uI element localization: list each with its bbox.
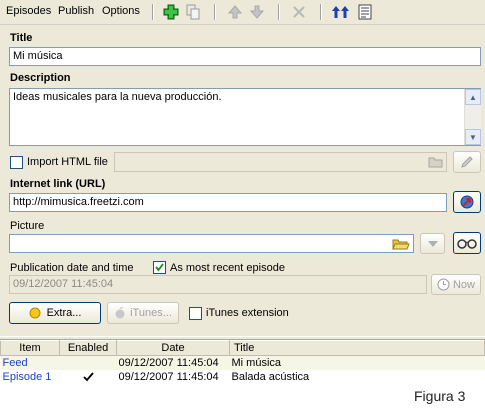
chevron-down-icon bbox=[427, 240, 438, 247]
itunes-extension-label: iTunes extension bbox=[206, 307, 289, 319]
column-header-date[interactable]: Date bbox=[116, 340, 230, 356]
row-enabled-cell bbox=[60, 370, 117, 384]
picture-dropdown-button[interactable] bbox=[420, 233, 445, 254]
sort-icon[interactable] bbox=[332, 3, 350, 21]
table-row[interactable]: Episode 1 09/12/2007 11:45:04 Balada acú… bbox=[1, 370, 485, 384]
yellow-dot-icon bbox=[29, 307, 41, 319]
most-recent-label: As most recent episode bbox=[170, 262, 285, 274]
row-item-cell[interactable]: Episode 1 bbox=[1, 370, 60, 384]
move-up-icon[interactable] bbox=[226, 3, 244, 21]
row-enabled-cell bbox=[60, 356, 117, 371]
open-folder-icon[interactable] bbox=[425, 153, 446, 171]
globe-link-icon bbox=[460, 195, 474, 209]
extra-label: Extra... bbox=[46, 307, 82, 319]
picture-browse-icon[interactable] bbox=[389, 235, 413, 252]
itunes-button[interactable]: iTunes... bbox=[107, 302, 179, 324]
description-text: Ideas musicales para la nueva producción… bbox=[13, 91, 222, 103]
row-date-cell: 09/12/2007 11:45:04 bbox=[118, 357, 219, 369]
most-recent-checkbox[interactable] bbox=[153, 261, 166, 274]
picture-label: Picture bbox=[10, 220, 45, 232]
notes-icon[interactable] bbox=[356, 3, 374, 21]
checkmark-icon bbox=[82, 372, 94, 381]
table-header-row: Item Enabled Date Title bbox=[0, 340, 485, 356]
toolbar-separator bbox=[214, 4, 216, 20]
row-title-cell: Balada acústica bbox=[231, 371, 310, 383]
row-date-cell: 09/12/2007 11:45:04 bbox=[118, 371, 219, 383]
add-icon[interactable] bbox=[162, 3, 180, 21]
description-textarea[interactable]: Ideas musicales para la nueva producción… bbox=[9, 88, 481, 146]
toolbar-separator bbox=[152, 4, 154, 20]
glasses-icon bbox=[457, 239, 477, 249]
scroll-up-icon[interactable]: ▲ bbox=[465, 89, 481, 105]
copy-icon[interactable] bbox=[184, 3, 202, 21]
enabled-checkbox[interactable] bbox=[82, 372, 94, 383]
internet-link-label: Internet link (URL) bbox=[10, 178, 106, 190]
open-link-button[interactable] bbox=[453, 191, 481, 213]
column-header-enabled[interactable]: Enabled bbox=[59, 340, 117, 356]
toolbar-separator bbox=[278, 4, 280, 20]
description-scrollbar[interactable]: ▲ ▼ bbox=[464, 89, 481, 145]
episodes-table: Item Enabled Date Title Feed 09/12/2007 … bbox=[0, 340, 485, 384]
preview-picture-button[interactable] bbox=[453, 232, 481, 254]
edit-pencil-button[interactable] bbox=[453, 151, 481, 173]
move-down-icon[interactable] bbox=[248, 3, 266, 21]
podcast-editor-window: Episodes Publish Options Title Mi música bbox=[0, 0, 485, 336]
scroll-down-icon[interactable]: ▼ bbox=[465, 129, 481, 145]
import-html-path-input[interactable] bbox=[114, 152, 447, 172]
toolbar-separator bbox=[320, 4, 322, 20]
internet-link-input[interactable]: http://mimusica.freetzi.com bbox=[9, 193, 447, 212]
import-html-label: Import HTML file bbox=[27, 156, 108, 168]
menu-bar: Episodes Publish Options bbox=[0, 0, 485, 25]
menu-episodes[interactable]: Episodes bbox=[6, 5, 51, 17]
title-label: Title bbox=[10, 32, 33, 44]
checkmark-icon bbox=[155, 263, 164, 272]
clock-icon bbox=[437, 278, 450, 291]
column-header-title[interactable]: Title bbox=[229, 340, 485, 356]
extra-button[interactable]: Extra... bbox=[9, 302, 101, 324]
table-row[interactable]: Feed 09/12/2007 11:45:04 Mi música bbox=[0, 355, 485, 371]
picture-input[interactable] bbox=[9, 234, 414, 253]
apple-icon bbox=[115, 307, 125, 319]
itunes-label: iTunes... bbox=[130, 307, 172, 319]
itunes-extension-checkbox[interactable] bbox=[189, 307, 202, 320]
now-button[interactable]: Now bbox=[431, 274, 481, 295]
column-header-item[interactable]: Item bbox=[0, 340, 60, 356]
pubdate-input[interactable]: 09/12/2007 11:45:04 bbox=[9, 275, 427, 294]
description-label: Description bbox=[10, 72, 71, 84]
figure-caption: Figura 3 bbox=[414, 388, 466, 404]
import-html-checkbox[interactable] bbox=[10, 156, 23, 169]
pubdate-label: Publication date and time bbox=[10, 262, 134, 274]
title-input[interactable]: Mi música bbox=[9, 47, 481, 66]
menu-options[interactable]: Options bbox=[102, 5, 140, 17]
row-item-cell[interactable]: Feed bbox=[1, 356, 60, 371]
delete-icon[interactable] bbox=[290, 3, 308, 21]
now-label: Now bbox=[452, 278, 475, 291]
menu-publish[interactable]: Publish bbox=[58, 5, 94, 17]
pencil-icon bbox=[461, 156, 473, 168]
row-title-cell: Mi música bbox=[231, 357, 282, 369]
